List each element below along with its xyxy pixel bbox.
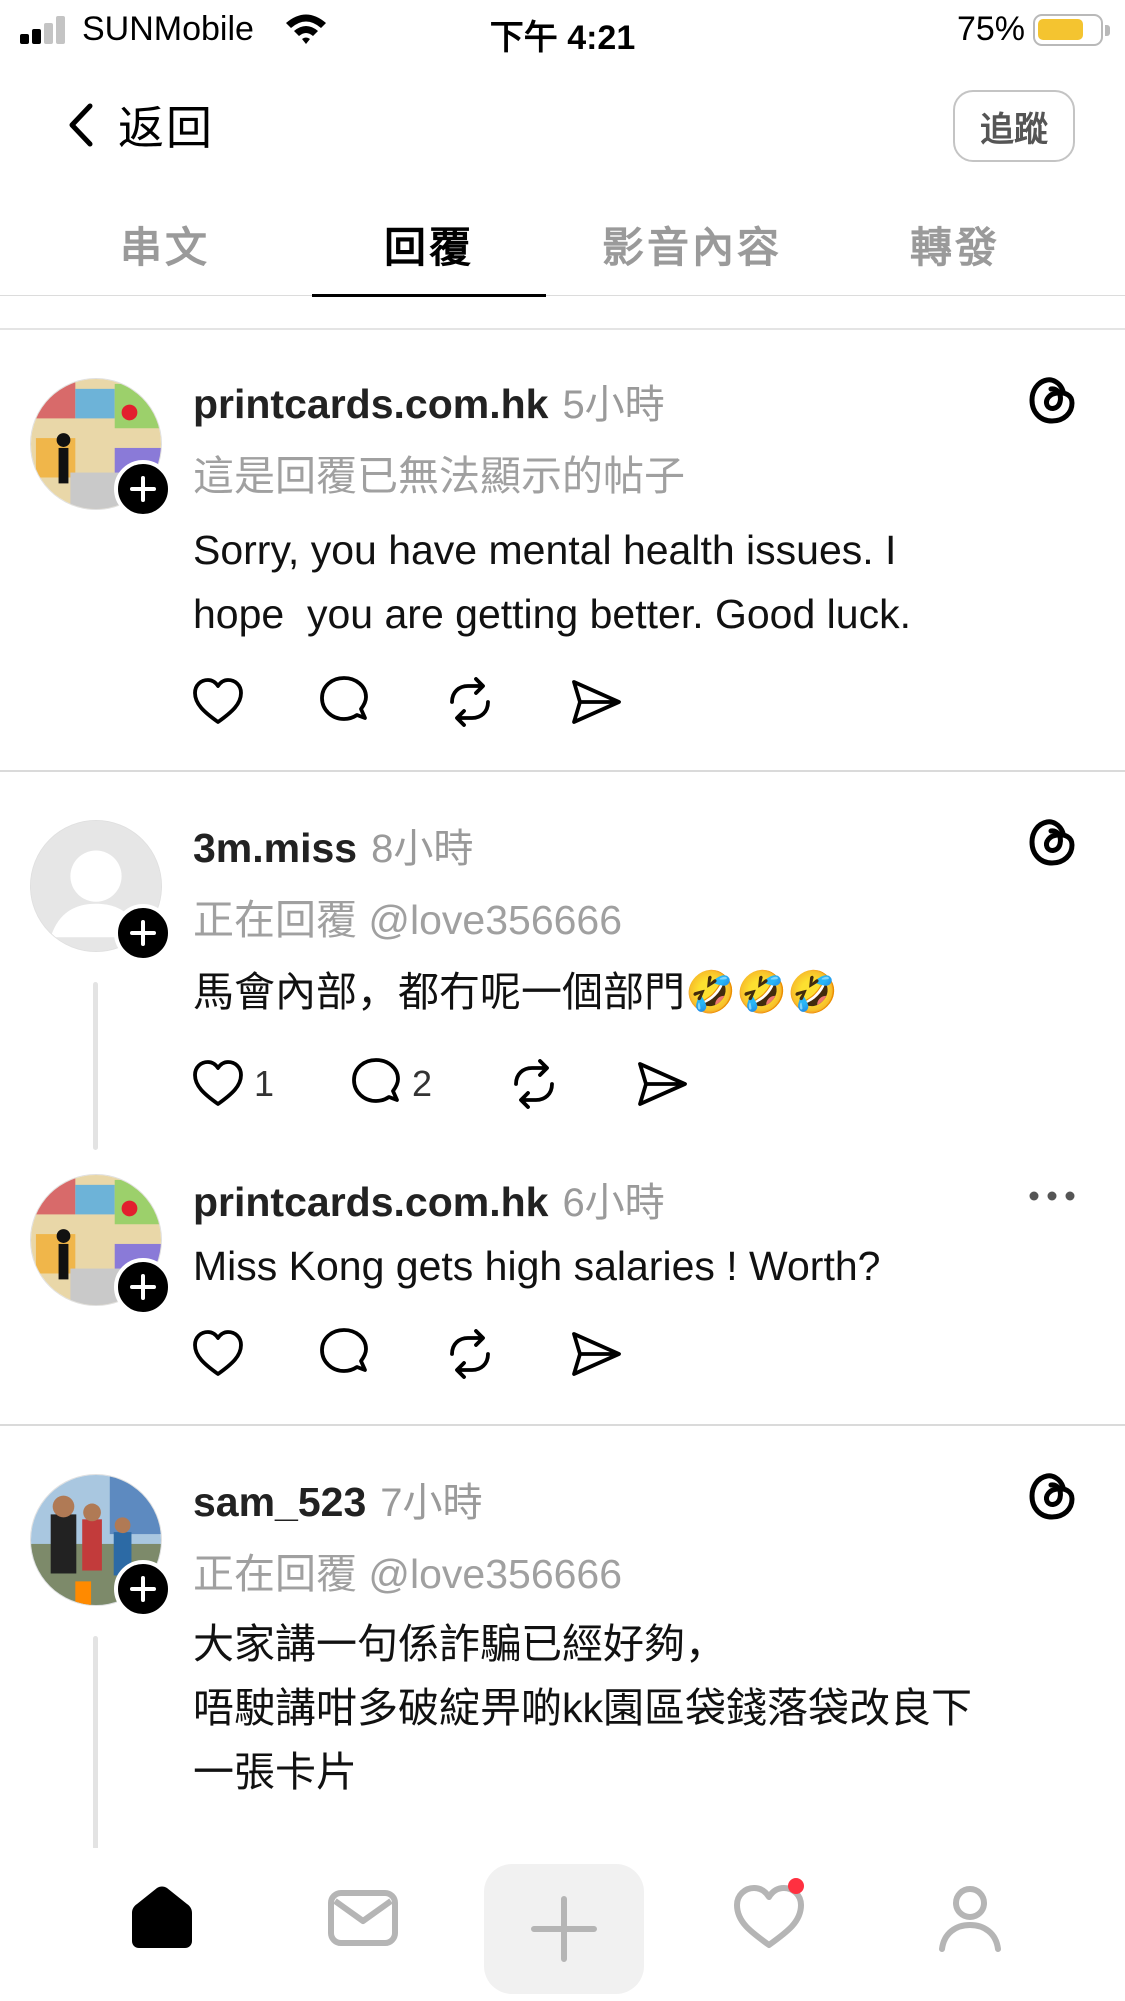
divider <box>0 328 1125 330</box>
reply-button[interactable]: 2 <box>348 1056 432 1112</box>
plus-icon <box>130 920 156 946</box>
post-time: 8小時 <box>371 827 474 871</box>
more-icon[interactable] <box>1027 1186 1077 1206</box>
like-count: 1 <box>254 1063 275 1104</box>
share-button[interactable] <box>568 674 624 730</box>
nav-activity[interactable] <box>724 1872 814 1962</box>
repost-button[interactable] <box>442 1326 498 1382</box>
threads-logo-icon[interactable] <box>1027 374 1077 426</box>
reply-button[interactable] <box>316 674 380 730</box>
post-text: 大家講一句係詐騙已經好夠， 唔駛講咁多破綻畀啲kk園區袋錢落袋改良下 一張卡片 <box>193 1621 972 1795</box>
nav-inbox[interactable] <box>318 1872 408 1962</box>
reply-count: 2 <box>412 1063 433 1104</box>
heart-icon <box>193 678 243 724</box>
comment-icon <box>352 1058 400 1103</box>
context-line: 這是回覆已無法顯示的帖子 <box>193 453 685 499</box>
divider <box>0 770 1125 772</box>
plus-icon <box>130 1274 156 1300</box>
username[interactable]: printcards.com.hk <box>193 381 548 428</box>
nav-home[interactable] <box>117 1872 207 1962</box>
threads-logo-icon[interactable] <box>1027 1470 1077 1522</box>
follow-plus-badge[interactable] <box>114 904 172 962</box>
follow-plus-badge[interactable] <box>114 460 172 518</box>
follow-plus-badge[interactable] <box>114 1258 172 1316</box>
plus-icon <box>130 476 156 502</box>
home-icon <box>132 1886 192 1948</box>
back-label: 返回 <box>118 102 214 154</box>
nav-create-button[interactable] <box>484 1864 644 1994</box>
repost-button[interactable] <box>442 674 498 730</box>
tab-threads[interactable]: 串文 <box>50 214 280 275</box>
comment-icon <box>320 1328 368 1373</box>
tab-reposts[interactable]: 轉發 <box>840 214 1070 275</box>
battery-percent: 75% <box>956 10 1025 48</box>
thread-connector <box>93 1636 98 1852</box>
comment-icon <box>320 676 368 721</box>
repost-icon <box>450 677 490 727</box>
repost-button[interactable] <box>506 1056 562 1112</box>
send-icon <box>572 680 621 724</box>
follow-plus-badge[interactable] <box>114 1560 172 1618</box>
active-tab-indicator <box>312 294 546 297</box>
battery-icon <box>1033 14 1110 46</box>
post-text: Sorry, you have mental health issues. I … <box>193 527 911 637</box>
repost-icon <box>450 1329 490 1379</box>
chevron-left-icon <box>69 103 93 147</box>
tab-media[interactable]: 影音內容 <box>577 214 807 275</box>
post-text: Miss Kong gets high salaries ! Worth? <box>193 1243 881 1289</box>
heart-icon <box>193 1060 243 1106</box>
share-button[interactable] <box>634 1056 690 1112</box>
replying-to[interactable]: 正在回覆 @love356666 <box>193 1540 622 1600</box>
post-time: 7小時 <box>380 1481 483 1525</box>
reply-button[interactable] <box>316 1326 380 1382</box>
status-bar: SUNMobile 下午 4:21 75% <box>0 0 1125 64</box>
mail-icon <box>328 1890 398 1946</box>
notification-dot <box>788 1878 804 1894</box>
send-icon <box>572 1332 621 1376</box>
heart-icon <box>193 1330 243 1376</box>
like-button[interactable] <box>190 1326 254 1382</box>
profile-icon <box>939 1886 1001 1952</box>
thread-connector <box>93 982 98 1150</box>
nav-profile[interactable] <box>925 1872 1015 1962</box>
bottom-nav <box>0 1848 1125 2001</box>
replying-to[interactable]: 正在回覆 @love356666 <box>193 886 622 946</box>
post-time: 6小時 <box>562 1181 665 1225</box>
tab-replies[interactable]: 回覆 <box>314 214 544 275</box>
plus-icon <box>130 1576 156 1602</box>
plus-icon <box>531 1896 597 1962</box>
send-icon <box>638 1062 687 1106</box>
share-button[interactable] <box>568 1326 624 1382</box>
follow-button[interactable]: 追蹤 <box>953 90 1075 162</box>
threads-logo-icon[interactable] <box>1027 816 1077 868</box>
battery-level <box>1038 19 1083 40</box>
like-button[interactable]: 1 <box>190 1056 274 1112</box>
profile-tabs: 串文 回覆 影音內容 轉發 <box>0 200 1125 297</box>
username[interactable]: printcards.com.hk <box>193 1179 548 1226</box>
username[interactable]: 3m.miss <box>193 825 357 872</box>
repost-icon <box>514 1059 554 1109</box>
like-button[interactable] <box>190 674 254 730</box>
divider <box>0 1424 1125 1426</box>
back-button[interactable]: 返回 <box>64 95 214 155</box>
post-time: 5小時 <box>562 383 665 427</box>
post-text: 馬會內部，都冇呢一個部門🤣🤣🤣 <box>193 969 839 1015</box>
username[interactable]: sam_523 <box>193 1479 366 1526</box>
